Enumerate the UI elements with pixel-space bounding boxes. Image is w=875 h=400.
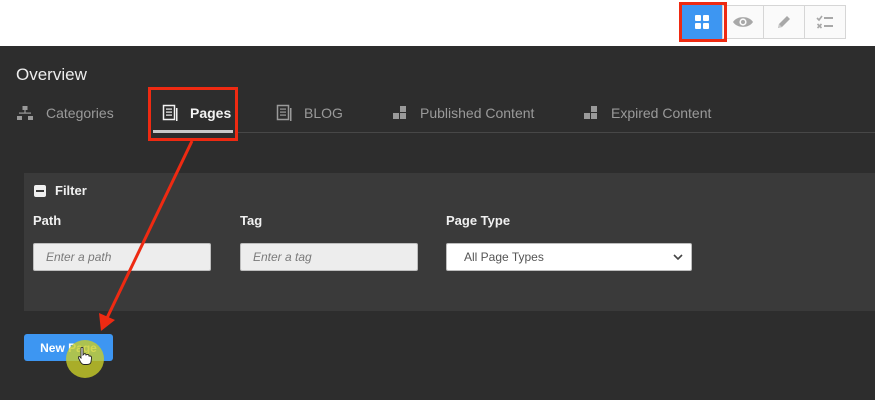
page-type-selected-value: All Page Types (464, 250, 544, 264)
tag-input[interactable] (240, 243, 418, 271)
collapse-icon (34, 184, 46, 197)
page-type-select[interactable]: All Page Types (446, 243, 692, 271)
tab-expired-content[interactable]: Expired Content (583, 96, 711, 130)
tab-bar: Categories Pages BLOG Published Content … (0, 96, 875, 134)
tab-published-content[interactable]: Published Content (392, 96, 534, 130)
filter-toggle[interactable]: Filter (34, 183, 87, 198)
hand-cursor-icon (78, 347, 92, 365)
tabs-divider (236, 132, 875, 133)
eye-icon (733, 17, 753, 27)
tab-categories[interactable]: Categories (16, 96, 114, 130)
tab-categories-label: Categories (46, 105, 114, 121)
filter-panel: Filter Path Tag Page Type All Page Types (24, 173, 875, 311)
page-type-label: Page Type (446, 213, 511, 228)
tab-published-content-label: Published Content (420, 105, 535, 121)
blocks-icon (584, 106, 597, 119)
page-title: Overview (16, 65, 87, 84)
chevron-down-icon (673, 254, 683, 260)
main-content: Overview Categories Pages BLOG Published… (0, 46, 875, 400)
tab-blog-label: BLOG (304, 105, 343, 121)
document-icon (276, 104, 292, 121)
filter-title: Filter (55, 183, 87, 198)
hierarchy-icon (17, 106, 33, 120)
tag-label: Tag (240, 213, 263, 228)
toolbar-highlight-annotation (679, 2, 727, 42)
path-label: Path (33, 213, 62, 228)
top-bar (0, 0, 875, 46)
tab-blog[interactable]: BLOG (276, 96, 343, 130)
checklist-icon (816, 15, 833, 29)
tab-expired-content-label: Expired Content (611, 105, 712, 121)
checklist-button[interactable] (804, 5, 846, 39)
edit-button[interactable] (763, 5, 805, 39)
blocks-icon (393, 106, 406, 119)
pages-tab-highlight-annotation (148, 87, 238, 141)
path-input[interactable] (33, 243, 211, 271)
pencil-icon (778, 16, 790, 28)
preview-button[interactable] (722, 5, 764, 39)
